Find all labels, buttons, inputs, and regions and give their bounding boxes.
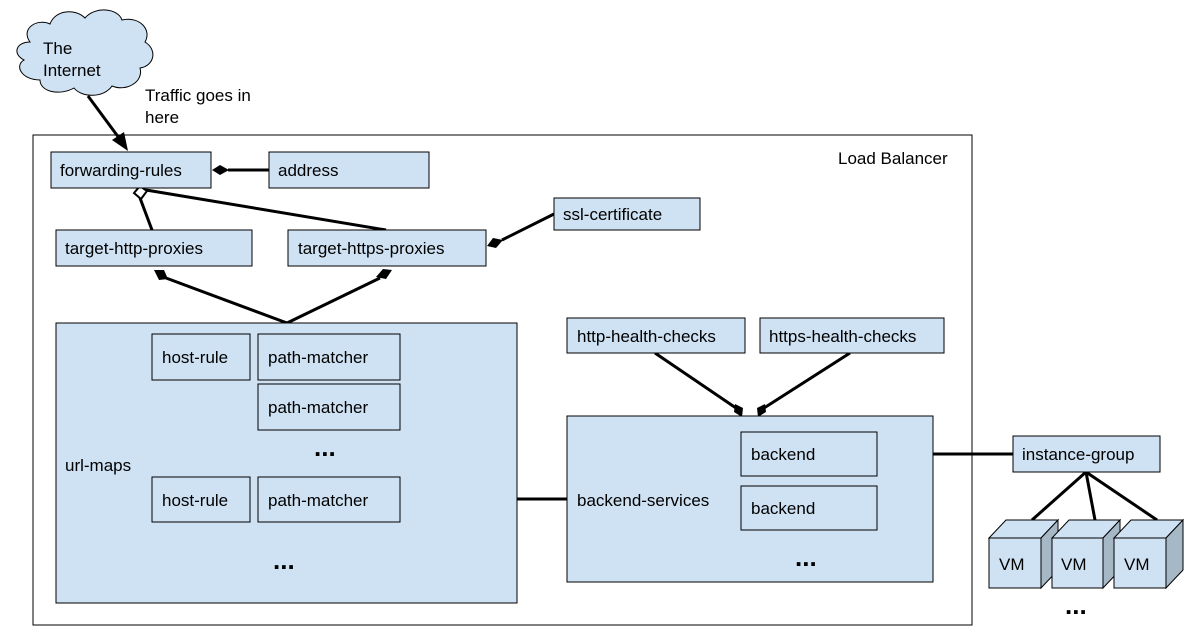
diamond-icon <box>734 404 743 417</box>
ellipsis: ... <box>314 432 336 462</box>
svg-text:target-https-proxies: target-https-proxies <box>298 239 444 258</box>
traffic-note-line2: here <box>145 108 179 127</box>
node-backend[interactable]: backend <box>740 485 878 531</box>
svg-text:instance-group: instance-group <box>1022 445 1134 464</box>
svg-text:host-rule: host-rule <box>162 348 228 367</box>
node-target-http-proxies[interactable]: target-http-proxies <box>55 229 253 267</box>
svg-text:host-rule: host-rule <box>162 491 228 510</box>
svg-text:backend: backend <box>751 445 815 464</box>
svg-text:backend: backend <box>751 499 815 518</box>
node-target-https-proxies[interactable]: target-https-proxies <box>287 229 487 267</box>
load-balancer-diagram: The Internet Traffic goes in here Load B… <box>16 9 1185 626</box>
node-host-rule[interactable]: host-rule <box>151 333 251 381</box>
node-host-rule[interactable]: host-rule <box>151 476 251 523</box>
svg-text:ssl-certificate: ssl-certificate <box>563 205 662 224</box>
diamond-icon <box>212 165 229 175</box>
ellipsis: ... <box>1065 590 1087 620</box>
svg-text:target-http-proxies: target-http-proxies <box>65 239 203 258</box>
svg-text:VM: VM <box>1124 555 1150 574</box>
diamond-icon <box>757 404 766 417</box>
svg-text:path-matcher: path-matcher <box>268 348 368 367</box>
svg-text:http-health-checks: http-health-checks <box>577 327 716 346</box>
svg-text:address: address <box>278 161 338 180</box>
diamond-icon <box>154 270 168 280</box>
vm-cube[interactable]: VM <box>1112 518 1185 590</box>
load-balancer-label: Load Balancer <box>838 149 948 168</box>
node-path-matcher[interactable]: path-matcher <box>257 476 401 523</box>
svg-text:forwarding-rules: forwarding-rules <box>60 161 182 180</box>
node-path-matcher[interactable]: path-matcher <box>257 333 401 381</box>
ellipsis: ... <box>795 542 817 572</box>
svg-text:url-maps: url-maps <box>65 456 131 475</box>
svg-text:path-matcher: path-matcher <box>268 398 368 417</box>
svg-text:path-matcher: path-matcher <box>268 491 368 510</box>
ellipsis: ... <box>273 545 295 575</box>
node-forwarding-rules[interactable]: forwarding-rules <box>50 151 212 189</box>
diamond-icon <box>487 238 503 248</box>
node-address[interactable]: address <box>268 151 430 189</box>
node-path-matcher[interactable]: path-matcher <box>257 383 401 431</box>
vm-cube[interactable]: VM <box>1050 518 1122 590</box>
node-https-health-checks[interactable]: https-health-checks <box>759 317 945 354</box>
node-backend[interactable]: backend <box>740 431 878 477</box>
cloud-label-line1: The <box>43 39 72 58</box>
node-instance-group[interactable]: instance-group <box>1012 435 1161 473</box>
svg-text:VM: VM <box>1061 555 1087 574</box>
internet-cloud: The Internet <box>16 9 154 96</box>
svg-text:https-health-checks: https-health-checks <box>769 327 916 346</box>
svg-text:backend-services: backend-services <box>577 491 709 510</box>
traffic-note-line1: Traffic goes in <box>145 86 251 105</box>
node-http-health-checks[interactable]: http-health-checks <box>566 317 746 354</box>
vm-cube[interactable]: VM <box>987 518 1060 590</box>
cloud-label-line2: Internet <box>43 61 101 80</box>
svg-text:VM: VM <box>999 555 1025 574</box>
node-ssl-certificate[interactable]: ssl-certificate <box>553 197 701 231</box>
